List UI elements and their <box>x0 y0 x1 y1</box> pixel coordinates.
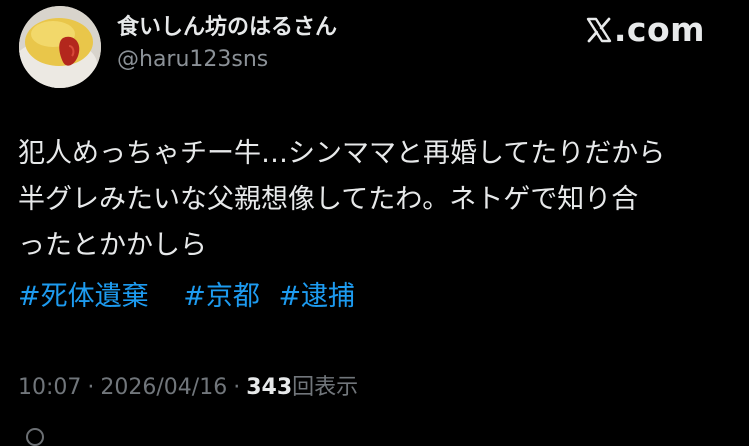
partial-action-icon[interactable] <box>26 428 44 446</box>
hashtag-link[interactable]: #京都 <box>183 281 260 312</box>
meta-separator: · <box>87 375 95 400</box>
post-body-line: 半グレみたいな父親想像してたわ。ネトゲで知り合 <box>18 184 639 215</box>
post-body-line: ったとかかしら <box>18 230 207 261</box>
hashtag-link[interactable]: #逮捕 <box>278 281 355 312</box>
post-card: 食いしん坊のはるさん @haru123sns .com 犯人めっちゃチー牛…シン… <box>0 0 749 446</box>
x-logo-icon <box>586 17 612 42</box>
meta-separator: · <box>233 375 241 400</box>
views-count: 343 <box>246 375 293 400</box>
views-label: 回表示 <box>292 375 359 400</box>
author-handle[interactable]: @haru123sns <box>117 47 268 72</box>
author-display-name[interactable]: 食いしん坊のはるさん <box>117 9 337 41</box>
author-avatar[interactable] <box>19 6 101 88</box>
hashtag-link[interactable]: #死体遺棄 <box>18 281 149 312</box>
post-meta: 10:07 · 2026/04/16 · 343回表示 <box>18 369 358 401</box>
omelette-rice-avatar-icon <box>19 6 101 88</box>
post-time[interactable]: 10:07 <box>18 375 81 400</box>
source-domain-label: .com <box>613 10 705 49</box>
post-body: 犯人めっちゃチー牛…シンママと再婚してたりだから 半グレみたいな父親想像してたわ… <box>18 131 718 269</box>
post-body-line: 犯人めっちゃチー牛…シンママと再婚してたりだから <box>18 138 666 169</box>
hashtag-row: #死体遺棄 #京都 #逮捕 <box>18 277 355 317</box>
x-com-badge: .com <box>585 10 705 49</box>
post-date[interactable]: 2026/04/16 <box>100 375 227 400</box>
